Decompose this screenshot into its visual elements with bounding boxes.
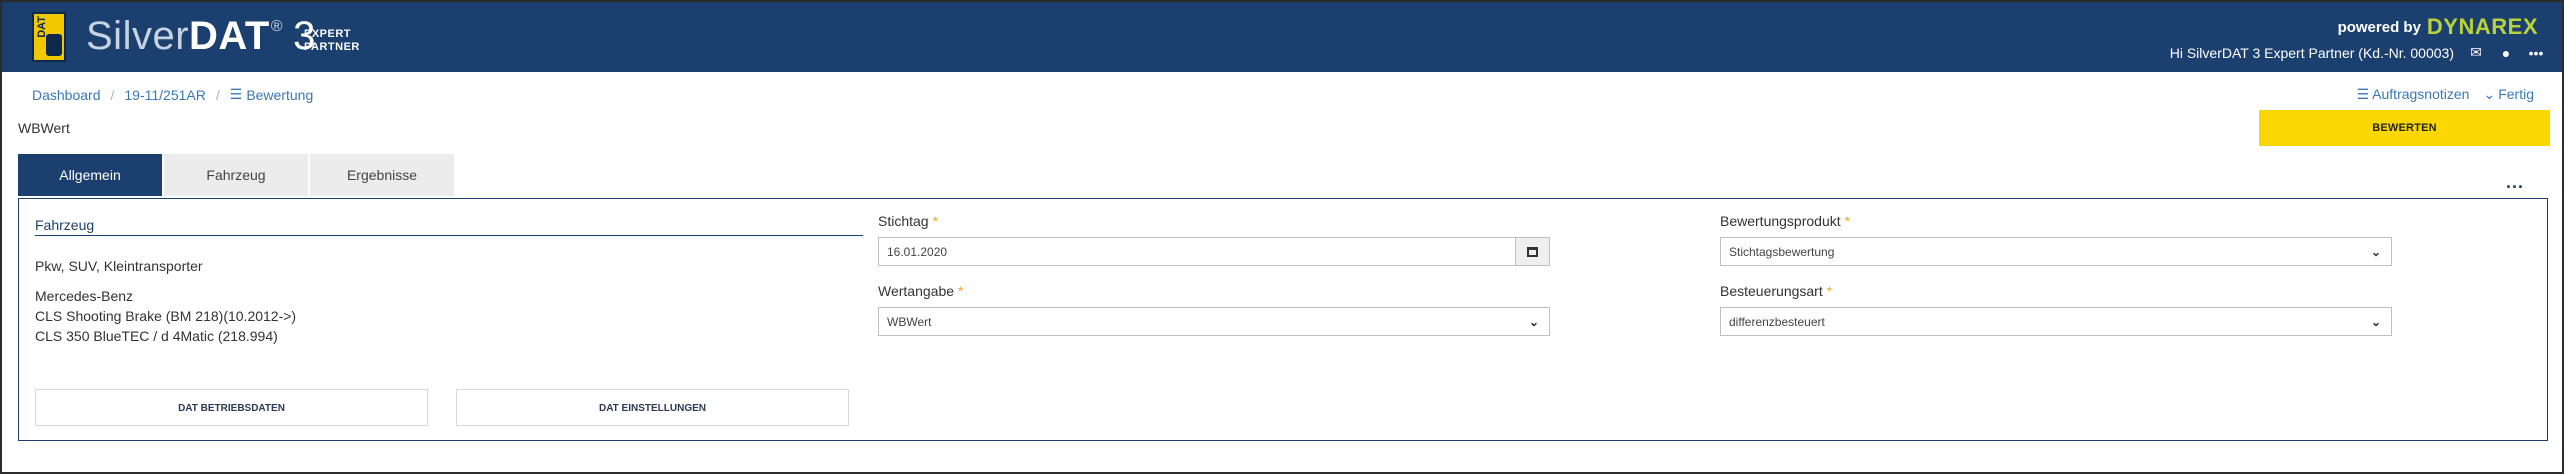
breadcrumb-bewertung[interactable]: Bewertung bbox=[246, 87, 313, 103]
breadcrumb-separator: / bbox=[110, 86, 115, 103]
vehicle-buttons: DAT BETRIEBSDATEN DAT EINSTELLUNGEN bbox=[35, 389, 849, 426]
more-icon[interactable]: ••• bbox=[2528, 45, 2544, 61]
wertangabe-field: Wertangabe * WBWert ⌄ bbox=[878, 283, 1550, 336]
partner-line: PARTNER bbox=[304, 41, 360, 53]
stichtag-field: Stichtag * 16.01.2020 bbox=[878, 213, 1550, 266]
list-icon: ☰ bbox=[2356, 86, 2370, 102]
brand-bold: DAT bbox=[189, 14, 270, 58]
user-area: Hi SilverDAT 3 Expert Partner (Kd.-Nr. 0… bbox=[2170, 44, 2544, 61]
breadcrumb: Dashboard / 19-11/251AR / ☰ Bewertung bbox=[32, 86, 313, 103]
bewertungsprodukt-select[interactable]: Stichtagsbewertung ⌄ bbox=[1720, 237, 2392, 266]
more-options-icon[interactable]: ... bbox=[2506, 172, 2524, 193]
page-title: WBWert bbox=[18, 120, 70, 136]
wertangabe-value: WBWert bbox=[887, 314, 932, 329]
brand-light: Silver bbox=[86, 14, 190, 58]
stichtag-label: Stichtag * bbox=[878, 213, 1550, 229]
tab-ergebnisse[interactable]: Ergebnisse bbox=[310, 154, 454, 196]
vehicle-type: Pkw, SUV, Kleintransporter bbox=[35, 258, 203, 274]
breadcrumb-dashboard[interactable]: Dashboard bbox=[32, 87, 101, 103]
vehicle-variant: CLS 350 BlueTEC / d 4Matic (218.994) bbox=[35, 328, 278, 344]
globe-icon[interactable]: ● bbox=[2498, 45, 2514, 61]
calendar-icon[interactable] bbox=[1515, 238, 1549, 265]
wertangabe-select[interactable]: WBWert ⌄ bbox=[878, 307, 1550, 336]
bewertungsprodukt-value: Stichtagsbewertung bbox=[1729, 244, 1835, 259]
chevron-down-icon: ⌄ bbox=[2483, 86, 2496, 102]
tab-allgemein[interactable]: Allgemein bbox=[18, 154, 162, 196]
chevron-down-icon: ⌄ bbox=[1528, 315, 1539, 329]
tab-fahrzeug[interactable]: Fahrzeug bbox=[164, 154, 308, 196]
wertangabe-label-text: Wertangabe bbox=[878, 283, 955, 299]
bewertungsprodukt-label: Bewertungsprodukt * bbox=[1720, 213, 2392, 229]
expert-partner-label: EXPERT PARTNER bbox=[304, 28, 360, 54]
bewertungsprodukt-label-text: Bewertungsprodukt bbox=[1720, 213, 1841, 229]
besteuerungsart-select[interactable]: differenzbesteuert ⌄ bbox=[1720, 307, 2392, 336]
envelope-icon[interactable]: ✉ bbox=[2468, 44, 2484, 61]
user-greeting: Hi SilverDAT 3 Expert Partner (Kd.-Nr. 0… bbox=[2169, 44, 2454, 61]
auftragsnotizen-link[interactable]: ☰ Auftragsnotizen bbox=[2357, 86, 2470, 103]
chevron-down-icon: ⌄ bbox=[2370, 315, 2381, 329]
breadcrumb-separator: / bbox=[215, 86, 220, 103]
besteuerungsart-label: Besteuerungsart * bbox=[1720, 283, 2392, 299]
besteuerungsart-value: differenzbesteuert bbox=[1729, 314, 1825, 329]
vehicle-model: CLS Shooting Brake (BM 218)(10.2012->) bbox=[35, 308, 297, 324]
app-brand: SilverDAT® 3 bbox=[86, 14, 316, 59]
app-header: DAT SilverDAT® 3 EXPERT PARTNER powered b… bbox=[2, 2, 2562, 72]
tab-bar: Allgemein Fahrzeug Ergebnisse bbox=[18, 154, 456, 196]
brand-registered: ® bbox=[270, 18, 284, 35]
breadcrumb-order[interactable]: 19-11/251AR bbox=[124, 87, 205, 103]
page-actions: ☰ Auftragsnotizen ⌄ Fertig bbox=[2357, 86, 2534, 103]
dat-betriebsdaten-button[interactable]: DAT BETRIEBSDATEN bbox=[35, 389, 428, 426]
list-icon: ☰ bbox=[229, 86, 243, 102]
car-icon bbox=[46, 34, 62, 56]
besteuerungsart-label-text: Besteuerungsart bbox=[1720, 283, 1823, 299]
bewertungsprodukt-field: Bewertungsprodukt * Stichtagsbewertung ⌄ bbox=[1720, 213, 2392, 266]
dynarex-logo: DYNAREX bbox=[2426, 14, 2538, 39]
powered-by-text: powered by bbox=[2337, 18, 2421, 36]
bewerten-button[interactable]: BEWERTEN bbox=[2259, 110, 2550, 146]
stichtag-input[interactable]: 16.01.2020 bbox=[878, 237, 1550, 266]
required-marker: * bbox=[1844, 213, 1850, 229]
vehicle-summary: Fahrzeug Pkw, SUV, Kleintransporter Merc… bbox=[35, 217, 863, 426]
required-marker: * bbox=[932, 213, 938, 229]
stichtag-value: 16.01.2020 bbox=[887, 244, 948, 259]
dat-logo[interactable]: DAT bbox=[32, 12, 66, 62]
fertig-link[interactable]: ⌄ Fertig bbox=[2483, 86, 2534, 103]
required-marker: * bbox=[957, 283, 964, 299]
auftragsnotizen-label: Auftragsnotizen bbox=[2372, 86, 2470, 102]
wertangabe-label: Wertangabe * bbox=[878, 283, 1550, 299]
vehicle-section-title[interactable]: Fahrzeug bbox=[35, 217, 863, 236]
chevron-down-icon: ⌄ bbox=[2370, 245, 2381, 259]
powered-by: powered by DYNAREX bbox=[2338, 14, 2538, 40]
vehicle-make: Mercedes-Benz bbox=[35, 288, 134, 304]
dat-einstellungen-button[interactable]: DAT EINSTELLUNGEN bbox=[456, 389, 849, 426]
required-marker: * bbox=[1826, 283, 1833, 299]
besteuerungsart-field: Besteuerungsart * differenzbesteuert ⌄ bbox=[1720, 283, 2392, 336]
vehicle-description: Mercedes-Benz CLS Shooting Brake (BM 218… bbox=[35, 286, 863, 346]
fertig-label: Fertig bbox=[2498, 86, 2534, 102]
stichtag-label-text: Stichtag bbox=[878, 213, 929, 229]
expert-line: EXPERT bbox=[304, 28, 352, 40]
allgemein-panel: Fahrzeug Pkw, SUV, Kleintransporter Merc… bbox=[18, 198, 2548, 441]
